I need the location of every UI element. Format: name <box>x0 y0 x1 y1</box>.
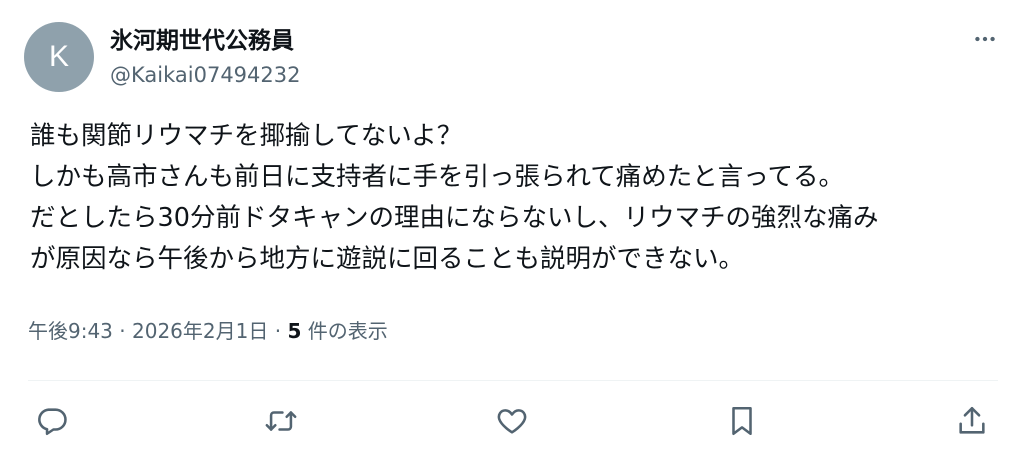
share-icon <box>959 406 985 434</box>
post-text: 誰も関節リウマチを揶揄してないよ？ しかも高市さんも前日に支持者に手を引っ張られ… <box>30 116 1005 280</box>
post-text-line: しかも高市さんも前日に支持者に手を引っ張られて痛めたと言ってる。 <box>30 162 844 192</box>
bookmark-button[interactable] <box>717 396 767 446</box>
author-display-name[interactable]: 氷河期世代公務員 <box>110 26 294 56</box>
meta-separator: · <box>112 319 132 343</box>
view-count-suffix: 件の表示 <box>301 319 388 343</box>
avatar[interactable]: K <box>24 22 94 92</box>
view-count: 5 <box>287 319 302 343</box>
more-horizontal-icon <box>975 36 995 42</box>
post-text-line: だとしたら30分前ドタキャンの理由にならないし、リウマチの強烈な痛み <box>30 203 879 233</box>
bookmark-icon <box>732 406 752 436</box>
more-options-button[interactable] <box>967 24 1003 54</box>
like-button[interactable] <box>487 396 537 446</box>
reply-icon <box>38 408 67 436</box>
divider <box>28 380 998 381</box>
meta-separator: · <box>268 319 288 343</box>
repost-icon <box>265 411 297 431</box>
post-time[interactable]: 午後9:43 <box>28 319 113 343</box>
heart-icon <box>497 409 527 434</box>
post-date[interactable]: 2026年2月1日 <box>132 319 268 343</box>
post-meta: 午後9:43 · 2026年2月1日 · 5 件の表示 <box>28 314 388 348</box>
action-bar <box>0 396 1025 446</box>
avatar-letter: K <box>48 40 69 73</box>
post-text-line: 誰も関節リウマチを揶揄してないよ？ <box>30 121 463 151</box>
author-handle[interactable]: @Kaikai07494232 <box>110 61 301 89</box>
post-text-line: が原因なら午後から地方に遊説に回ることも説明ができない。 <box>30 244 745 274</box>
share-button[interactable] <box>947 396 997 446</box>
reply-button[interactable] <box>27 396 77 446</box>
repost-button[interactable] <box>256 396 306 446</box>
post-card: K 氷河期世代公務員 @Kaikai07494232 誰も関節リウマチを揶揄して… <box>0 0 1025 462</box>
